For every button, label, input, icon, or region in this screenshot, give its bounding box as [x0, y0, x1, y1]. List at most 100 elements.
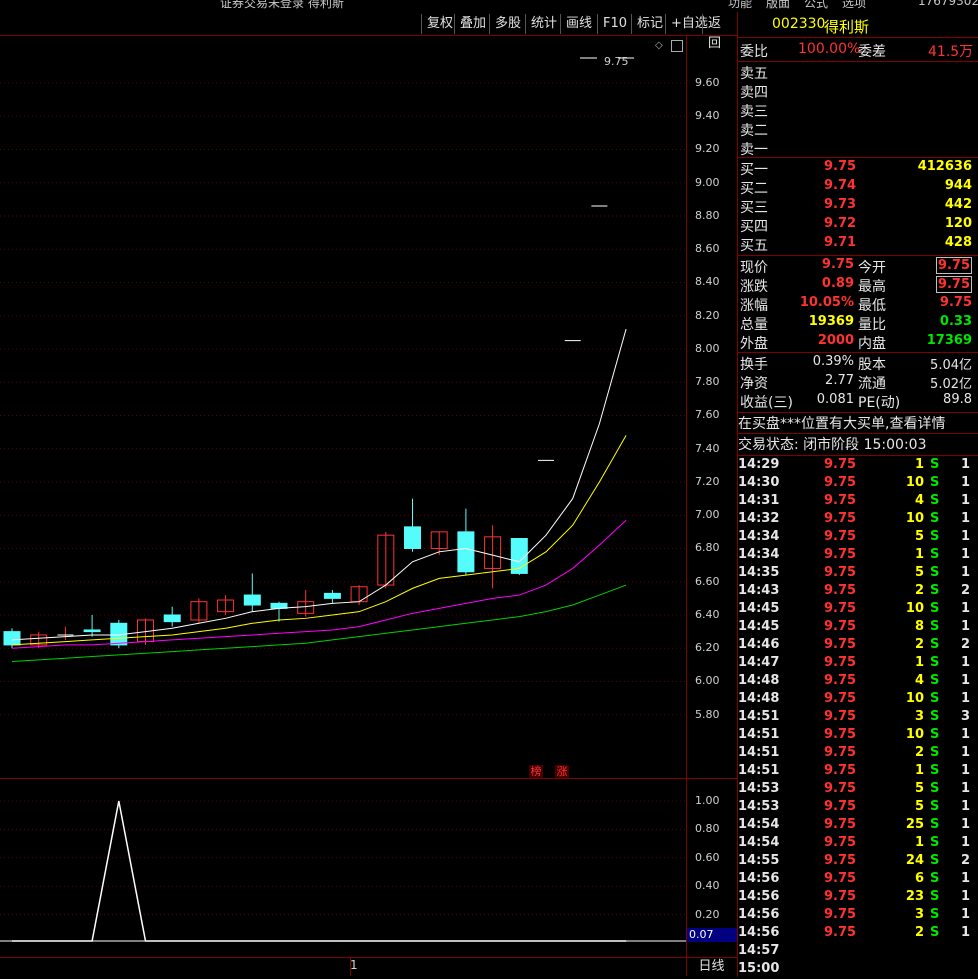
- stat-row: 总量 19369 量比 0.33: [740, 314, 972, 333]
- tick-row: 14:51 9.75 3 S 3: [738, 709, 970, 724]
- price-tick-label: 6.20: [695, 641, 720, 655]
- candlestick-chart[interactable]: [0, 36, 686, 778]
- bid-row: 买四 9.72 120: [740, 216, 972, 235]
- page-marker: 1: [350, 958, 358, 972]
- tick-row: 14:45 9.75 10 S 1: [738, 601, 970, 616]
- tick-row: 14:56 9.75 2 S 1: [738, 925, 970, 940]
- price-tick-label: 7.40: [695, 441, 720, 455]
- ask-row: 卖五: [740, 66, 768, 82]
- ask-row: 卖二: [740, 123, 768, 139]
- candle-body-down: [457, 531, 475, 573]
- tick-row: 14:48 9.75 4 S 1: [738, 673, 970, 688]
- period-label[interactable]: 日线: [687, 957, 736, 978]
- back-button[interactable]: 返回: [702, 14, 737, 51]
- tick-row: 14:29 9.75 1 S 1: [738, 457, 970, 472]
- stock-header: 002330 得利斯: [738, 16, 978, 36]
- draw-line-button[interactable]: 画线: [560, 14, 597, 34]
- tick-row: 14:48 9.75 10 S 1: [738, 691, 970, 706]
- tick-row: 14:56 9.75 3 S 1: [738, 907, 970, 922]
- f10-button[interactable]: F10: [597, 14, 632, 34]
- ask-row: 卖三: [740, 104, 768, 120]
- tick-row: 14:43 9.75 2 S 2: [738, 583, 970, 598]
- diamond-icon[interactable]: ◇: [655, 40, 665, 51]
- moving-average-line: [11, 328, 627, 641]
- account-number: 17679302: [918, 0, 978, 8]
- mark-button[interactable]: 标记: [631, 14, 668, 34]
- bid-row: 买二 9.74 944: [740, 178, 972, 197]
- tick-row: 14:30 9.75 10 S 1: [738, 475, 970, 490]
- chart-toolbar: 复权 叠加 多股 统计 画线 F10 标记 +自选 返回: [0, 12, 737, 51]
- ask-row: 卖一: [740, 142, 768, 158]
- tick-row: 14:32 9.75 10 S 1: [738, 511, 970, 526]
- price-tick-label: 9.40: [695, 109, 720, 123]
- limit-up-badge[interactable]: 涨: [555, 765, 569, 779]
- candle-body-down: [243, 594, 261, 606]
- big-order-notice[interactable]: 在买盘***位置有大买单,查看详情: [738, 413, 978, 432]
- price-tick-label: 7.20: [695, 474, 720, 488]
- tick-row: 14:47 9.75 1 S 1: [738, 655, 970, 670]
- price-tick-label: 8.60: [695, 242, 720, 256]
- multi-stock-button[interactable]: 多股: [489, 14, 526, 34]
- menu-item-formula[interactable]: 公式: [804, 0, 828, 10]
- indicator-value: 0.07: [687, 928, 738, 942]
- indicator-tick-label: 0.60: [695, 850, 720, 864]
- menu-item-options[interactable]: 选项: [842, 0, 866, 10]
- indicator-tick-label: 0.80: [695, 822, 720, 836]
- bid-row: 买一 9.75 412636: [740, 159, 972, 178]
- tick-row: 14:53 9.75 5 S 1: [738, 781, 970, 796]
- fundamental-row: 净资 2.77 流通 5.02亿: [740, 373, 972, 392]
- overlay-button[interactable]: 叠加: [454, 14, 491, 34]
- stock-code: 002330: [772, 16, 826, 32]
- last-price-label: 9.75: [604, 55, 629, 68]
- ask-row: 卖四: [740, 85, 768, 101]
- page-marker-line: [350, 958, 351, 976]
- candle-body-down: [3, 631, 21, 646]
- price-tick-label: 6.40: [695, 607, 720, 621]
- bid-row: 买五 9.71 428: [740, 235, 972, 254]
- price-tick-label: 7.60: [695, 408, 720, 422]
- tick-row: 14:56 9.75 6 S 1: [738, 871, 970, 886]
- price-tick-label: 8.40: [695, 275, 720, 289]
- menu-item-function[interactable]: 功能: [728, 0, 752, 10]
- tick-row: 14:45 9.75 8 S 1: [738, 619, 970, 634]
- indicator-chart[interactable]: [0, 779, 686, 957]
- indicator-line: [12, 800, 627, 942]
- window-toggle-icon[interactable]: [671, 40, 683, 52]
- bid-row: 买三 9.73 442: [740, 197, 972, 216]
- indicator-tick-label: 0.40: [695, 879, 720, 893]
- window-title: 证券交易未登录 得利斯: [220, 0, 344, 10]
- quote-panel: 002330 得利斯 委比 100.00% 委差 41.5万 卖五卖四卖三卖二卖…: [738, 12, 978, 977]
- statistics-button[interactable]: 统计: [525, 14, 562, 34]
- tick-row: 14:46 9.75 2 S 2: [738, 637, 970, 652]
- price-tick-label: 8.00: [695, 341, 720, 355]
- tick-row: 14:34 9.75 1 S 1: [738, 547, 970, 562]
- indicator-tick-label: 0.20: [695, 907, 720, 921]
- candle-body-down: [323, 592, 341, 599]
- fundamental-row: 换手 0.39% 股本 5.04亿: [740, 354, 972, 373]
- commission-ratio-row: 委比 100.00% 委差 41.5万: [740, 41, 974, 60]
- tick-row: 14:35 9.75 5 S 1: [738, 565, 970, 580]
- price-tick-label: 5.80: [695, 707, 720, 721]
- menu-item-layout[interactable]: 版面: [766, 0, 790, 10]
- price-tick-label: 7.00: [695, 508, 720, 522]
- tick-row: 14:51 9.75 1 S 1: [738, 763, 970, 778]
- fundamental-row: 收益(三) 0.081 PE(动) 89.8: [740, 392, 972, 411]
- moving-average-line: [11, 584, 627, 663]
- indicator-tick-label: 1.00: [695, 794, 720, 807]
- price-axis: 9.60 9.40 9.20 9.00 8.80 8.60 8.40 8.20 8.00 7.80…: [686, 36, 737, 976]
- rank-badge[interactable]: 榜: [529, 765, 543, 779]
- price-tick-label: 6.00: [695, 674, 720, 688]
- tick-row: 14:53 9.75 5 S 1: [738, 799, 970, 814]
- restore-rights-button[interactable]: 复权: [421, 14, 458, 34]
- tick-row: 14:54 9.75 25 S 1: [738, 817, 970, 832]
- stock-name: 得利斯: [824, 18, 870, 36]
- candle-body-down: [404, 526, 421, 549]
- bottom-divider: [0, 957, 737, 958]
- tick-row: 15:00: [738, 961, 780, 976]
- moving-average-line: [11, 519, 627, 649]
- tick-row: 14:34 9.75 5 S 1: [738, 529, 970, 544]
- commission-diff-value: 41.5万: [928, 44, 974, 60]
- candle-body-down: [163, 614, 181, 623]
- price-tick-label: 6.60: [695, 574, 720, 588]
- commission-ratio-value: 100.00%: [798, 41, 861, 57]
